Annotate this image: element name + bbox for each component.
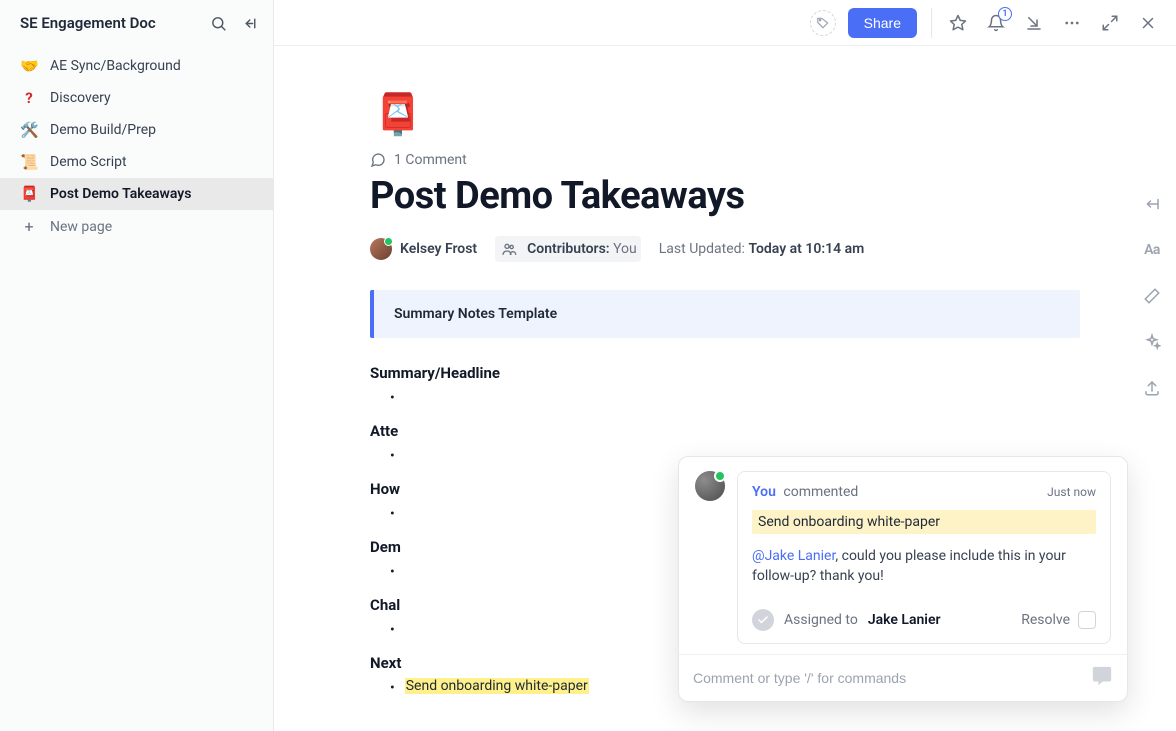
- mention-link[interactable]: @Jake Lanier: [752, 548, 835, 564]
- notification-badge: 1: [998, 7, 1012, 21]
- doc-workspace-title: SE Engagement Doc: [20, 14, 209, 32]
- more-options-icon[interactable]: [1062, 13, 1082, 33]
- ai-suggest-icon[interactable]: [1142, 286, 1162, 306]
- section-summary[interactable]: Summary/Headline •: [370, 364, 1080, 408]
- author-avatar: [370, 238, 392, 260]
- bullet-dot: •: [390, 620, 395, 640]
- bullet-dot: •: [390, 678, 395, 698]
- sidebar-item-label: AE Sync/Background: [50, 58, 181, 74]
- plus-icon: +: [20, 217, 38, 236]
- comment-action: commented: [783, 484, 858, 500]
- byline: Kelsey Frost Contributors: You Last Upda…: [370, 236, 1080, 262]
- resolve-label: Resolve: [1021, 612, 1070, 628]
- contributors-value: You: [613, 241, 637, 257]
- section-heading: Summary/Headline: [370, 364, 1080, 382]
- page-emoji[interactable]: 📮: [370, 86, 426, 142]
- author-name: Kelsey Frost: [400, 241, 477, 257]
- scroll-icon: 📜: [20, 153, 38, 171]
- send-comment-icon[interactable]: [1091, 665, 1113, 691]
- bullet-dot: •: [390, 388, 395, 408]
- download-icon[interactable]: [1024, 13, 1044, 33]
- expand-icon[interactable]: [1100, 13, 1120, 33]
- collapse-sidebar-icon[interactable]: [241, 14, 259, 32]
- bullet-dot: •: [390, 504, 395, 524]
- question-icon: ?: [20, 89, 38, 107]
- comment-card: You commented Just now Send onboarding w…: [737, 471, 1111, 644]
- sidebar-item-ae-sync[interactable]: 🤝 AE Sync/Background: [0, 50, 273, 82]
- bullet-dot: •: [390, 562, 395, 582]
- new-page-label: New page: [50, 219, 112, 235]
- comment-input[interactable]: [693, 670, 1081, 686]
- comment-body: @Jake Lanier, could you please include t…: [752, 546, 1096, 587]
- sparkle-icon[interactable]: [1142, 332, 1162, 352]
- main-pane: Share 1: [274, 0, 1176, 731]
- sidebar: SE Engagement Doc 🤝 AE Sync/Background ?…: [0, 0, 274, 731]
- comment-quoted-text: Send onboarding white-paper: [752, 510, 1096, 534]
- comment-popover: You commented Just now Send onboarding w…: [678, 456, 1128, 702]
- tag-button[interactable]: [810, 10, 836, 36]
- tools-icon: 🛠️: [20, 121, 38, 139]
- page-title[interactable]: Post Demo Takeaways: [370, 174, 1080, 218]
- comment-icon: [370, 152, 386, 168]
- star-icon[interactable]: [948, 13, 968, 33]
- sidebar-item-demo-script[interactable]: 📜 Demo Script: [0, 146, 273, 178]
- commenter-avatar: [695, 471, 725, 501]
- sidebar-item-discovery[interactable]: ? Discovery: [0, 82, 273, 114]
- sidebar-item-post-demo[interactable]: 📮 Post Demo Takeaways: [0, 178, 273, 210]
- highlighted-text[interactable]: Send onboarding white-paper: [405, 678, 589, 694]
- notifications-icon[interactable]: 1: [986, 13, 1006, 33]
- sidebar-item-demo-build[interactable]: 🛠️ Demo Build/Prep: [0, 114, 273, 146]
- bullet-dot: •: [390, 446, 395, 466]
- mailbox-icon: 📮: [20, 185, 38, 203]
- assigned-to-label: Assigned to: [784, 612, 858, 628]
- callout-text: Summary Notes Template: [394, 306, 557, 322]
- check-circle-icon[interactable]: [752, 609, 774, 631]
- comment-count-label: 1 Comment: [394, 152, 467, 168]
- topbar: Share 1: [274, 0, 1176, 46]
- handshake-icon: 🤝: [20, 57, 38, 75]
- comment-author: You: [752, 484, 776, 500]
- sidebar-item-label: Demo Script: [50, 154, 127, 170]
- section-heading: Atte: [370, 422, 1080, 440]
- new-page-button[interactable]: + New page: [0, 210, 273, 243]
- upload-icon[interactable]: [1142, 378, 1162, 398]
- comment-time: Just now: [1047, 485, 1096, 499]
- author-chip[interactable]: Kelsey Frost: [370, 238, 477, 260]
- contributors-label: Contributors:: [527, 241, 609, 257]
- right-float-toolbar: Aa: [1142, 194, 1162, 398]
- people-icon: [499, 239, 519, 259]
- sidebar-item-label: Post Demo Takeaways: [50, 186, 191, 202]
- sidebar-header: SE Engagement Doc: [0, 12, 273, 46]
- last-updated-label: Last Updated:: [659, 241, 745, 257]
- search-icon[interactable]: [209, 14, 227, 32]
- sidebar-page-list: 🤝 AE Sync/Background ? Discovery 🛠️ Demo…: [0, 46, 273, 247]
- assignee-name: Jake Lanier: [868, 612, 941, 628]
- sidebar-item-label: Demo Build/Prep: [50, 122, 156, 138]
- sidebar-item-label: Discovery: [50, 90, 111, 106]
- close-icon[interactable]: [1138, 13, 1158, 33]
- comment-count-row[interactable]: 1 Comment: [370, 152, 1080, 168]
- last-updated-value: Today at 10:14 am: [748, 241, 864, 257]
- contributors-chip[interactable]: Contributors: You: [495, 236, 641, 262]
- share-button[interactable]: Share: [848, 8, 917, 38]
- font-size-icon[interactable]: Aa: [1142, 240, 1162, 260]
- resolve-checkbox[interactable]: [1078, 611, 1096, 629]
- width-toggle-icon[interactable]: [1142, 194, 1162, 214]
- callout-block[interactable]: Summary Notes Template: [370, 290, 1080, 338]
